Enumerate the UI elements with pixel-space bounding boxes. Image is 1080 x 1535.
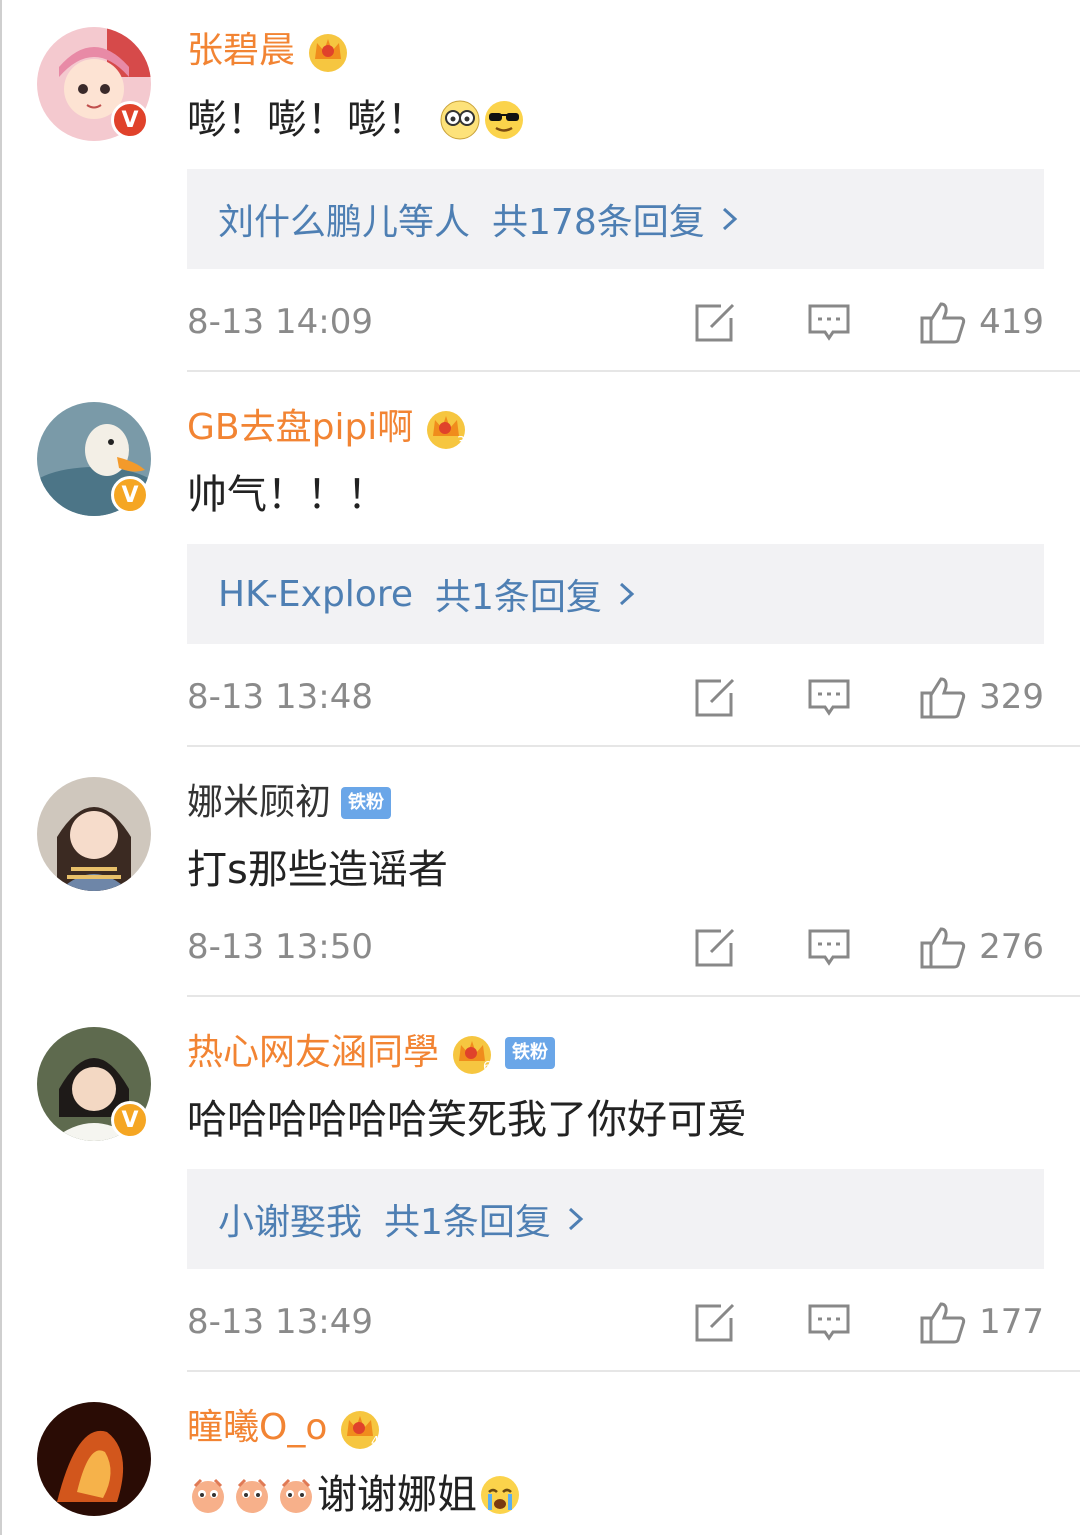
avatar[interactable] xyxy=(37,777,151,891)
timestamp: 8-13 13:50 xyxy=(187,927,373,967)
svg-text:3: 3 xyxy=(457,435,465,450)
verified-badge-icon: V xyxy=(111,476,149,514)
avatar[interactable]: V xyxy=(37,27,151,141)
clap-emoji-icon xyxy=(236,1478,268,1513)
like-icon[interactable] xyxy=(919,1300,967,1344)
avatar[interactable]: V xyxy=(37,402,151,516)
chevron-right-icon xyxy=(722,207,737,231)
nerd-emoji-icon xyxy=(440,100,480,140)
username[interactable]: GB去盘pipi啊 xyxy=(187,404,413,452)
vip-crown-icon xyxy=(309,34,348,72)
verified-badge-icon: V xyxy=(111,101,149,139)
comment-text: 哈哈哈哈哈哈笑死我了你好可爱 xyxy=(187,1097,747,1143)
comment-icon[interactable] xyxy=(807,300,851,344)
username[interactable]: 张碧晨 xyxy=(187,27,295,75)
divider xyxy=(187,370,1080,372)
clap-emoji-icon xyxy=(192,1478,224,1513)
timestamp: 8-13 14:09 xyxy=(187,302,373,342)
svg-text:6: 6 xyxy=(483,1060,491,1075)
vip-crown-icon: 4 xyxy=(341,1411,380,1450)
vip-crown-icon: 3 xyxy=(427,411,466,450)
vip-crown-icon: 6 xyxy=(453,1036,491,1075)
chevron-right-icon xyxy=(568,1207,584,1231)
repost-icon[interactable] xyxy=(693,925,737,969)
timestamp: 8-13 13:49 xyxy=(187,1302,373,1342)
comment-text: 打s那些造谣者 xyxy=(187,847,448,893)
divider xyxy=(187,1370,1080,1372)
reply-users: HK-Explore xyxy=(218,573,413,615)
like-icon[interactable] xyxy=(919,300,967,344)
chevron-right-icon xyxy=(619,582,635,606)
username[interactable]: 热心网友涵同學 xyxy=(187,1029,439,1077)
like-count: 419 xyxy=(979,302,1044,342)
fan-badge: 铁粉 xyxy=(505,1037,556,1069)
reply-summary-link[interactable]: 刘什么鹏儿等人 共178条回复 xyxy=(187,169,1044,269)
like-count: 276 xyxy=(979,927,1044,967)
crying-emoji-icon xyxy=(481,1476,519,1514)
comment-icon[interactable] xyxy=(807,1300,851,1344)
reply-users: 刘什么鹏儿等人 xyxy=(218,202,471,243)
like-icon[interactable] xyxy=(919,925,967,969)
comment-icon[interactable] xyxy=(807,925,851,969)
divider xyxy=(187,995,1080,997)
avatar[interactable]: V xyxy=(37,1027,151,1141)
reply-count: 共178条回复 xyxy=(492,202,705,243)
avatar[interactable] xyxy=(37,1402,151,1516)
timestamp: 8-13 13:48 xyxy=(187,677,373,717)
like-count: 329 xyxy=(979,677,1044,717)
repost-icon[interactable] xyxy=(693,1300,737,1344)
comment-text: 嘭！嘭！嘭！ xyxy=(187,97,427,143)
comment-icon[interactable] xyxy=(807,675,851,719)
reply-users: 小谢娶我 xyxy=(218,1202,363,1243)
username[interactable]: 瞳曦O_o xyxy=(187,1404,327,1452)
reply-summary-link[interactable]: HK-Explore 共1条回复 xyxy=(187,544,1044,644)
verified-badge-icon: V xyxy=(111,1101,149,1139)
username[interactable]: 娜米顾初 xyxy=(187,779,331,827)
comment-text: 帅气！！！ xyxy=(187,472,387,518)
fan-badge: 铁粉 xyxy=(341,787,392,819)
divider xyxy=(187,745,1080,747)
like-count: 177 xyxy=(979,1302,1044,1342)
like-icon[interactable] xyxy=(919,675,967,719)
reply-summary-link[interactable]: 小谢娶我 共1条回复 xyxy=(187,1169,1044,1269)
comment-text: 谢谢娜姐 xyxy=(317,1472,477,1518)
sunglasses-emoji-icon xyxy=(485,101,523,139)
svg-text:4: 4 xyxy=(371,1435,379,1450)
reply-count: 共1条回复 xyxy=(434,577,602,618)
reply-count: 共1条回复 xyxy=(384,1202,551,1243)
left-edge-rule xyxy=(0,0,2,1535)
repost-icon[interactable] xyxy=(693,675,737,719)
clap-emoji-icon xyxy=(280,1478,312,1513)
repost-icon[interactable] xyxy=(693,300,737,344)
